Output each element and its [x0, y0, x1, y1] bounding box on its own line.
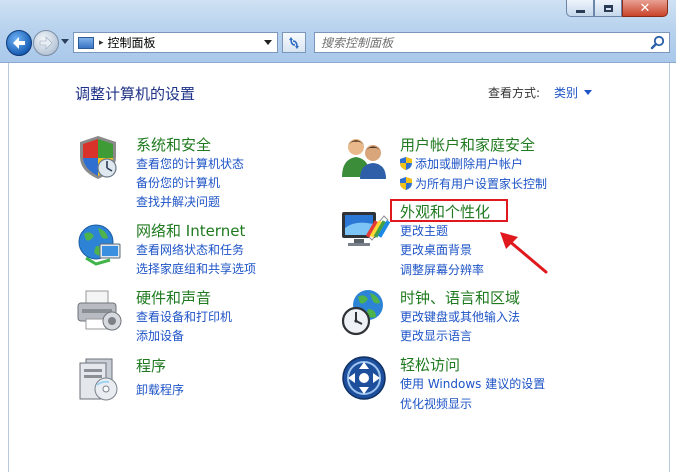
category-user-accounts[interactable]: 用户帐户和家庭安全 [400, 134, 535, 155]
programs-icon[interactable] [74, 355, 122, 403]
link-homegroup-sharing[interactable]: 选择家庭组和共享选项 [136, 260, 256, 277]
category-programs[interactable]: 程序 [136, 355, 166, 376]
monitor-palette-icon[interactable] [340, 206, 390, 252]
category-system-security[interactable]: 系统和安全 [136, 134, 211, 155]
arrow-left-icon [13, 37, 25, 49]
network-globe-icon[interactable] [74, 220, 124, 268]
link-change-desktop-background[interactable]: 更改桌面背景 [400, 241, 472, 258]
link-troubleshoot[interactable]: 查找并解决问题 [136, 193, 220, 210]
view-by-label: 查看方式: [488, 86, 541, 100]
view-by-dropdown[interactable]: 类别 [554, 84, 593, 101]
users-icon[interactable] [340, 133, 390, 181]
caption-buttons: ✕ [566, 0, 668, 17]
link-add-remove-accounts-label: 添加或删除用户帐户 [415, 157, 524, 171]
breadcrumb-separator-icon[interactable]: ▸ [99, 38, 104, 48]
link-change-display-language[interactable]: 更改显示语言 [400, 327, 472, 344]
view-by: 查看方式: 类别 [488, 84, 593, 101]
view-by-value: 类别 [554, 86, 579, 100]
link-optimize-video-display[interactable]: 优化视频显示 [400, 395, 472, 412]
close-icon: ✕ [639, 0, 651, 16]
annotation-arrow-icon [500, 232, 548, 274]
back-button[interactable] [6, 30, 32, 56]
refresh-button[interactable] [282, 32, 306, 53]
uac-shield-icon [400, 177, 412, 190]
maximize-button[interactable] [594, 0, 622, 17]
search-icon[interactable] [649, 34, 667, 52]
category-ease-of-access[interactable]: 轻松访问 [400, 354, 460, 375]
link-change-keyboard[interactable]: 更改键盘或其他输入法 [400, 308, 520, 325]
link-change-theme[interactable]: 更改主题 [400, 222, 448, 239]
link-adjust-resolution[interactable]: 调整屏幕分辨率 [400, 261, 484, 278]
annotation-highlight-box [390, 199, 508, 222]
title-bar: ✕ ▸ 控制面板 [0, 0, 676, 63]
address-text: 控制面板 [107, 36, 156, 50]
link-uninstall-program[interactable]: 卸载程序 [136, 381, 184, 398]
close-button[interactable]: ✕ [622, 0, 668, 17]
page-title: 调整计算机的设置 [75, 85, 196, 103]
category-network-internet[interactable]: 网络和 Internet [136, 220, 245, 241]
link-add-remove-accounts[interactable]: 添加或删除用户帐户 [400, 155, 523, 172]
control-panel-icon [78, 36, 94, 49]
search-box [314, 32, 670, 53]
link-devices-printers[interactable]: 查看设备和打印机 [136, 308, 232, 325]
printer-icon[interactable] [74, 287, 124, 335]
search-input[interactable] [315, 35, 649, 50]
refresh-icon [289, 36, 299, 49]
link-add-device[interactable]: 添加设备 [136, 327, 184, 344]
minimize-button[interactable] [566, 0, 594, 17]
link-windows-recommended-settings[interactable]: 使用 Windows 建议的设置 [400, 375, 545, 392]
ease-of-access-icon[interactable] [340, 354, 388, 402]
forward-button[interactable] [33, 30, 59, 56]
category-clock-language-region[interactable]: 时钟、语言和区域 [400, 287, 520, 308]
link-view-computer-status[interactable]: 查看您的计算机状态 [136, 155, 244, 172]
uac-shield-icon [400, 157, 412, 170]
link-backup-computer[interactable]: 备份您的计算机 [136, 174, 220, 191]
arrow-right-icon [39, 36, 53, 50]
link-parental-controls[interactable]: 为所有用户设置家长控制 [400, 175, 547, 192]
address-dropdown-icon[interactable] [264, 40, 272, 45]
shield-icon[interactable] [74, 133, 122, 181]
minimize-icon [575, 9, 585, 13]
clock-globe-icon[interactable] [340, 287, 390, 337]
address-bar[interactable]: ▸ 控制面板 [73, 32, 278, 53]
recent-pages-dropdown[interactable] [61, 39, 69, 44]
chevron-down-icon [584, 90, 593, 95]
maximize-icon [603, 4, 613, 12]
category-hardware-sound[interactable]: 硬件和声音 [136, 287, 211, 308]
link-parental-controls-label: 为所有用户设置家长控制 [415, 177, 548, 191]
link-view-network-status[interactable]: 查看网络状态和任务 [136, 241, 244, 258]
